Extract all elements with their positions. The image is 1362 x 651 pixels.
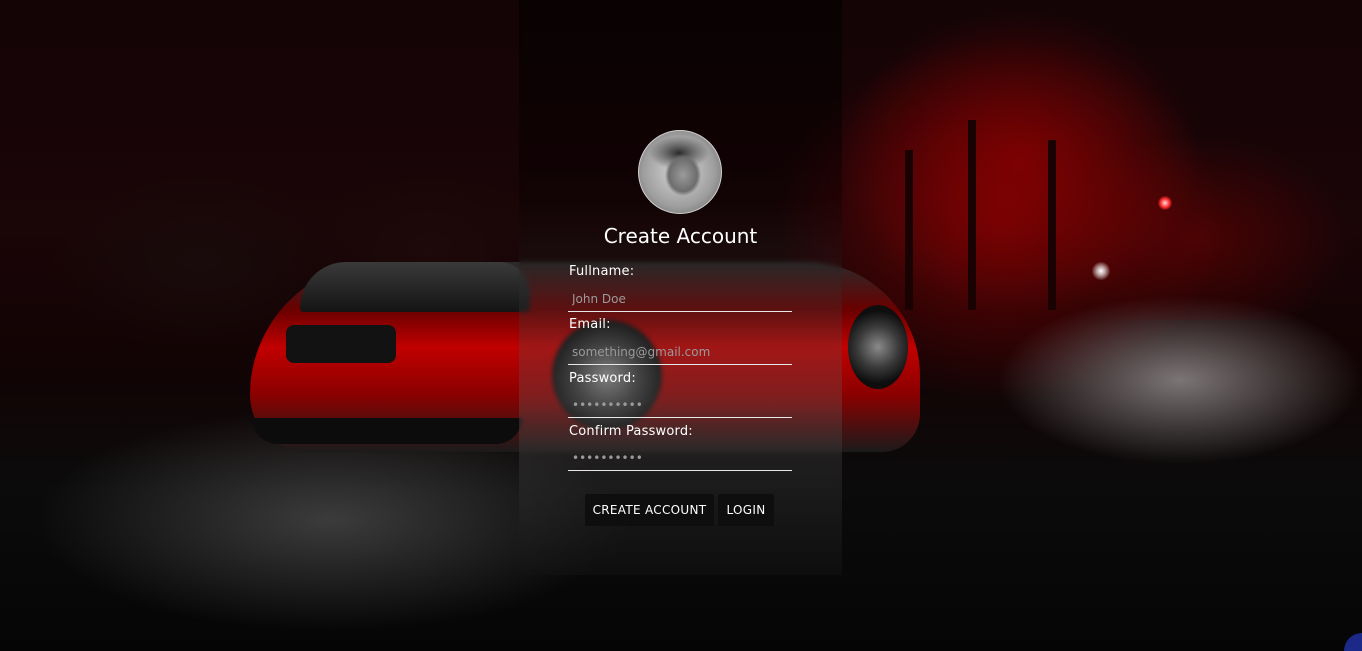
car-hood — [300, 262, 530, 312]
password-label: Password: — [569, 371, 636, 386]
email-label: Email: — [569, 317, 611, 332]
confirm-password-label: Confirm Password: — [569, 424, 693, 439]
fullname-label: Fullname: — [569, 264, 635, 279]
street-light — [1158, 196, 1172, 210]
password-input[interactable] — [568, 392, 792, 418]
confirm-password-input[interactable] — [568, 445, 792, 471]
page: Create Account Fullname: Email: Password… — [0, 0, 1362, 651]
page-title: Create Account — [603, 224, 758, 248]
tree-trunk — [905, 150, 913, 310]
car-grille — [286, 325, 396, 363]
car-wheel-rear — [848, 305, 908, 389]
light-flare — [1092, 262, 1110, 280]
login-button[interactable]: LOGIN — [718, 494, 774, 526]
email-input[interactable] — [568, 339, 792, 365]
fullname-input[interactable] — [568, 286, 792, 312]
avatar — [638, 130, 722, 214]
car-front-lip — [252, 418, 522, 444]
chat-widget-icon[interactable] — [1344, 633, 1362, 651]
tree-trunk — [1048, 140, 1056, 310]
tree-trunk — [968, 120, 976, 310]
create-account-button[interactable]: CREATE ACCOUNT — [585, 494, 714, 526]
